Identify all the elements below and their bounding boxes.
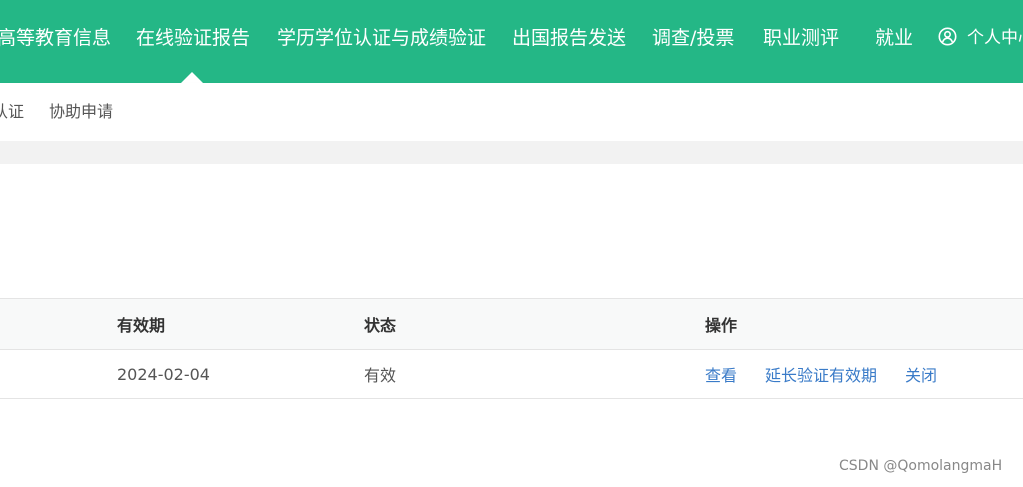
header-actions: 操作 — [705, 316, 738, 335]
csdn-watermark: CSDN @QomolangmaH — [839, 458, 1003, 474]
header-status: 状态 — [364, 316, 397, 335]
view-link[interactable]: 查看 — [705, 362, 737, 386]
header-validity: 有效期 — [117, 316, 166, 335]
cell-validity: 2024-02-04 — [117, 364, 210, 384]
nav-item-survey-vote[interactable]: 调查/投票 — [652, 24, 734, 52]
subnav-item-certification[interactable]: 认证 — [0, 101, 24, 123]
nav-item-online-verification-report[interactable]: 在线验证报告 — [136, 24, 250, 52]
user-center-label: 个人中心 — [967, 28, 1023, 48]
nav-item-employment[interactable]: 就业 — [875, 24, 913, 52]
sub-navigation-bar: 认证 协助申请 — [0, 83, 1023, 141]
nav-item-career-assessment[interactable]: 职业测评 — [763, 24, 839, 52]
active-tab-indicator — [181, 72, 203, 83]
section-divider — [0, 141, 1023, 164]
top-navigation-bar: 高等教育信息 在线验证报告 学历学位认证与成绩验证 出国报告发送 调查/投票 职… — [0, 0, 1023, 83]
cell-status: 有效 — [364, 366, 397, 385]
cell-actions: 查看 延长验证有效期 关闭 — [705, 350, 965, 398]
subnav-item-assist-apply[interactable]: 协助申请 — [49, 101, 113, 123]
user-circle-icon — [938, 27, 957, 46]
table-row: 2024-02-04 有效 查看 延长验证有效期 关闭 — [0, 350, 1023, 399]
report-table: 有效期 状态 操作 2024-02-04 有效 查看 延长验证有效期 关闭 — [0, 298, 1023, 399]
close-link[interactable]: 关闭 — [905, 362, 937, 386]
nav-item-higher-education-info[interactable]: 高等教育信息 — [0, 24, 111, 52]
extend-validity-link[interactable]: 延长验证有效期 — [765, 362, 877, 386]
nav-item-degree-certification[interactable]: 学历学位认证与成绩验证 — [277, 24, 486, 52]
table-header-row: 有效期 状态 操作 — [0, 298, 1023, 350]
user-center-link[interactable]: 个人中心 — [938, 24, 1023, 52]
nav-item-overseas-report-send[interactable]: 出国报告发送 — [512, 24, 626, 52]
